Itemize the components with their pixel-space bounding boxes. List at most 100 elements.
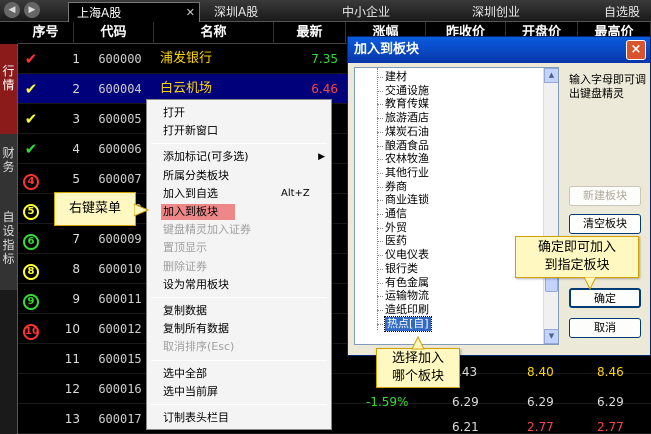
tree-branch (377, 159, 383, 161)
tree-item[interactable]: 热点[自] (384, 315, 432, 332)
row-12-prev-close: 6.29 (452, 395, 479, 409)
tree-branch (377, 227, 383, 229)
tree-item[interactable]: 券商 (385, 180, 407, 194)
menu-item[interactable]: 复制数据 (147, 302, 331, 320)
stock-quote-window: ◀ ▶ 上海A股 ✕ 深圳A股 中小企业 深圳创业 自选股 行情 财务 自设指标… (0, 0, 651, 434)
callout-right-click-menu: 右键菜单 (54, 192, 136, 226)
new-sector-button[interactable]: 新建板块 (569, 186, 641, 206)
close-icon[interactable]: × (626, 40, 646, 60)
check-mark-icon: ✔ (24, 50, 38, 68)
row-13-high: 2.77 (597, 420, 624, 434)
menu-item[interactable]: 添加标记(可多选) ▶ (147, 148, 331, 166)
tab-shanghai-a[interactable]: 上海A股 ✕ (68, 2, 200, 22)
tree-item[interactable]: 煤炭石油 (385, 125, 429, 139)
tab-chinext[interactable]: 深圳创业 (464, 2, 588, 22)
menu-item-label: 加入到自选 (163, 186, 218, 200)
tree-item[interactable]: 造纸印刷 (385, 303, 429, 317)
row-mark: 4 (20, 164, 42, 194)
menu-item[interactable]: 选中当前屏 (147, 383, 331, 401)
menu-shortcut: Alt+Z (281, 187, 310, 199)
row-mark: 9 (20, 284, 42, 314)
row-11-prev-close: .43 (458, 365, 478, 379)
tree-item[interactable]: 交通设施 (385, 84, 429, 98)
sector-tree[interactable]: 建材 交通设施 教育传媒 旅游酒店 煤炭石油 酿酒食品 农林牧渔 其他行业 券商 商业连锁 通信 外贸… (354, 67, 559, 345)
menu-item[interactable]: 所属分类板块 (147, 167, 331, 185)
menu-item-label: 复制所有数据 (163, 322, 229, 336)
row-12-high: 6.29 (597, 395, 624, 409)
tree-branch (377, 118, 383, 120)
stock-code: 600007 (98, 172, 142, 186)
tab-shenzhen-a[interactable]: 深圳A股 (206, 2, 330, 22)
tree-item[interactable]: 农林牧渔 (385, 152, 429, 166)
menu-item[interactable]: 加入到自选 Alt+Z (147, 185, 331, 203)
tree-item[interactable]: 银行类 (385, 262, 418, 276)
menu-item[interactable]: 订制表头栏目 (147, 409, 331, 427)
col-header-latest[interactable]: 最新 (274, 22, 346, 44)
tab-sme[interactable]: 中小企业 (334, 2, 458, 22)
row-13-open: 2.77 (527, 420, 554, 434)
callout-pointer-icon (134, 203, 150, 217)
tree-scrollbar[interactable]: ▲ ▼ (543, 68, 558, 344)
row-mark (20, 344, 42, 374)
dialog-title: 加入到板块 (348, 37, 650, 63)
row-index: 12 (64, 382, 80, 396)
tree-branch (377, 309, 383, 311)
tree-item[interactable]: 运输物流 (385, 289, 429, 303)
col-header-index[interactable]: 序号 (18, 22, 74, 44)
clear-sector-button[interactable]: 清空板块 (569, 214, 641, 234)
table-row[interactable]: 13 600017 (18, 404, 651, 434)
menu-item-label: 添加标记(可多选) (163, 150, 249, 164)
ok-button[interactable]: 确定 (569, 288, 641, 308)
scroll-down-icon[interactable]: ▼ (544, 329, 558, 344)
menu-item-label: 所属分类板块 (163, 168, 229, 182)
tree-item[interactable]: 仪电仪表 (385, 248, 429, 262)
tab-watchlist[interactable]: 自选股 (596, 2, 651, 22)
tree-line (377, 68, 378, 330)
cancel-button[interactable]: 取消 (569, 318, 641, 338)
menu-item-label: 选中全部 (163, 366, 207, 380)
menu-item-label: 打开 (163, 106, 185, 119)
stock-code: 600015 (98, 352, 142, 366)
tree-item[interactable]: 有色金属 (385, 276, 429, 290)
tree-branch (377, 172, 383, 174)
row-mark (20, 404, 42, 434)
row-index: 8 (72, 262, 80, 276)
menu-item: 键盘精灵加入证券 (147, 221, 331, 239)
tree-item[interactable]: 酿酒食品 (385, 139, 429, 153)
menu-item[interactable]: 设为常用板块 (147, 276, 331, 294)
tab-prev-icon[interactable]: ◀ (4, 2, 20, 18)
rank-badge: 8 (23, 264, 39, 280)
menu-item[interactable]: 复制所有数据 (147, 320, 331, 338)
side-tab-quotes[interactable]: 行情 (0, 44, 18, 134)
row-index: 13 (64, 412, 80, 426)
side-tab-custom-indicators[interactable]: 自设指标 (0, 200, 18, 290)
menu-item[interactable]: 打开新窗口 (147, 122, 331, 140)
tab-close-icon[interactable]: ✕ (186, 3, 195, 23)
tree-item[interactable]: 旅游酒店 (385, 111, 429, 125)
tab-next-icon[interactable]: ▶ (24, 2, 40, 18)
tree-item[interactable]: 商业连锁 (385, 193, 429, 207)
tree-item[interactable]: 外贸 (385, 221, 407, 235)
tree-branch (377, 200, 383, 202)
row-index: 7 (72, 232, 80, 246)
tree-item[interactable]: 教育传媒 (385, 97, 429, 111)
tree-item[interactable]: 建材 (385, 70, 407, 84)
col-header-name[interactable]: 名称 (154, 22, 274, 44)
row-11-open: 8.40 (527, 365, 554, 379)
tree-branch (377, 241, 383, 243)
menu-item[interactable]: 选中全部 (147, 365, 331, 383)
col-header-code[interactable]: 代码 (74, 22, 154, 44)
keyboard-hint: 输入字母即可调出键盘精灵 (569, 73, 646, 100)
tree-item[interactable]: 通信 (385, 207, 407, 221)
menu-item[interactable]: 加入到板块 (147, 203, 331, 221)
menu-item[interactable]: 打开 (147, 104, 331, 122)
tree-branch (377, 186, 383, 188)
menu-item-label: 加入到板块 (163, 205, 218, 218)
tree-item[interactable]: 其他行业 (385, 166, 429, 180)
scroll-up-icon[interactable]: ▲ (544, 68, 558, 83)
tree-item[interactable]: 医药 (385, 234, 407, 248)
side-tab-finance[interactable]: 财务 (0, 134, 18, 200)
tree-branch (377, 214, 383, 215)
latest-price: 7.35 (311, 52, 338, 66)
table-row[interactable]: 12 600016 (18, 374, 651, 404)
